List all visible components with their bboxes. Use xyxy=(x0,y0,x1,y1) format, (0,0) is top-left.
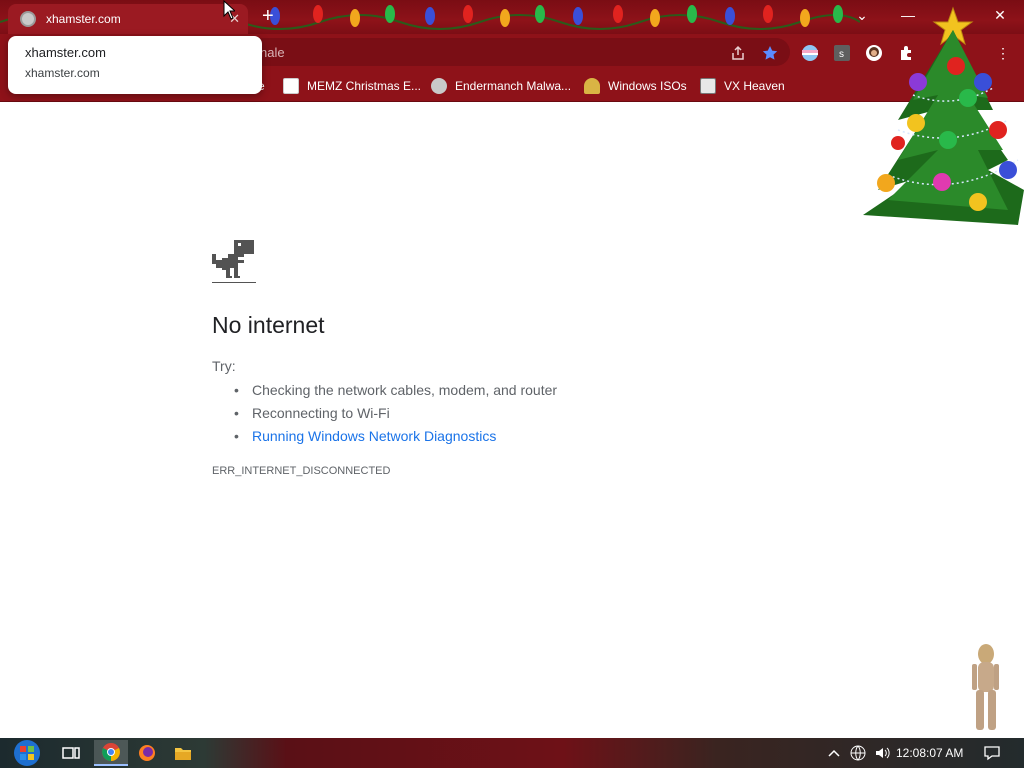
bookmark-label: Windows ISOs xyxy=(608,79,687,93)
extension-flag-icon[interactable] xyxy=(801,44,819,62)
dinosaur-icon[interactable] xyxy=(212,240,256,284)
notifications-icon[interactable] xyxy=(984,738,1000,768)
folder-icon xyxy=(175,748,191,760)
bookmark-endermanch[interactable]: Endermanch Malwa... xyxy=(431,76,571,96)
network-diagnostics-link[interactable]: Running Windows Network Diagnostics xyxy=(212,426,557,449)
taskbar: 12:08:07 AM xyxy=(0,738,1024,768)
error-heading: No internet xyxy=(212,312,325,338)
chrome-icon xyxy=(102,743,120,761)
taskbar-clock[interactable]: 12:08:07 AM xyxy=(896,746,963,760)
suggestion-item: Reconnecting to Wi-Fi xyxy=(212,403,557,426)
address-text: nale xyxy=(260,45,285,60)
new-tab-button[interactable]: + xyxy=(262,6,274,26)
extension-s-icon[interactable]: s xyxy=(833,44,851,62)
bookmark-memz[interactable]: MEMZ Christmas E... xyxy=(283,76,421,96)
bookmark-label: MEMZ Christmas E... xyxy=(307,79,422,93)
network-globe-icon[interactable] xyxy=(850,738,866,768)
address-bar[interactable]: nale xyxy=(250,38,790,66)
suggestions-list: Checking the network cables, modem, and … xyxy=(212,380,557,449)
tooltip-title: xhamster.com xyxy=(25,45,106,60)
start-button[interactable] xyxy=(10,738,44,768)
firefox-icon xyxy=(139,745,155,761)
tooltip-url: xhamster.com xyxy=(25,66,100,80)
bookmark-star-icon[interactable] xyxy=(761,44,779,62)
bookmark-windows-isos[interactable]: Windows ISOs xyxy=(584,76,687,96)
screen: xhamster.com ✕ + ⌄ — ✕ nale s ⋮ e M xyxy=(0,0,1024,768)
task-view-button[interactable] xyxy=(54,740,88,766)
file-explorer-taskbar-button[interactable] xyxy=(166,740,200,766)
memz-icon xyxy=(283,78,299,94)
raccoon-icon xyxy=(431,78,447,94)
share-icon[interactable] xyxy=(729,44,747,62)
tab-title: xhamster.com xyxy=(46,12,121,26)
figure-decoration xyxy=(972,644,999,730)
mouse-cursor-icon xyxy=(223,0,235,20)
globe-icon xyxy=(20,11,36,27)
bookmark-label: VX Heaven xyxy=(724,79,785,93)
try-label: Try: xyxy=(212,358,236,374)
show-hidden-icons-button[interactable] xyxy=(828,738,840,768)
suggestion-item: Checking the network cables, modem, and … xyxy=(212,380,557,403)
windows-iso-icon xyxy=(584,78,600,94)
christmas-tree-decoration xyxy=(863,6,1024,225)
chrome-taskbar-button[interactable] xyxy=(94,740,128,766)
vx-heaven-icon xyxy=(700,78,716,94)
firefox-taskbar-button[interactable] xyxy=(130,740,164,766)
tab-active[interactable]: xhamster.com ✕ xyxy=(8,4,248,34)
svg-text:s: s xyxy=(839,49,844,60)
error-code: ERR_INTERNET_DISCONNECTED xyxy=(212,465,391,477)
bookmark-label: Endermanch Malwa... xyxy=(455,79,572,93)
volume-icon[interactable] xyxy=(874,738,890,768)
tab-hover-tooltip: xhamster.com xhamster.com xyxy=(8,36,262,94)
bookmark-vx-heaven[interactable]: VX Heaven xyxy=(700,76,785,96)
